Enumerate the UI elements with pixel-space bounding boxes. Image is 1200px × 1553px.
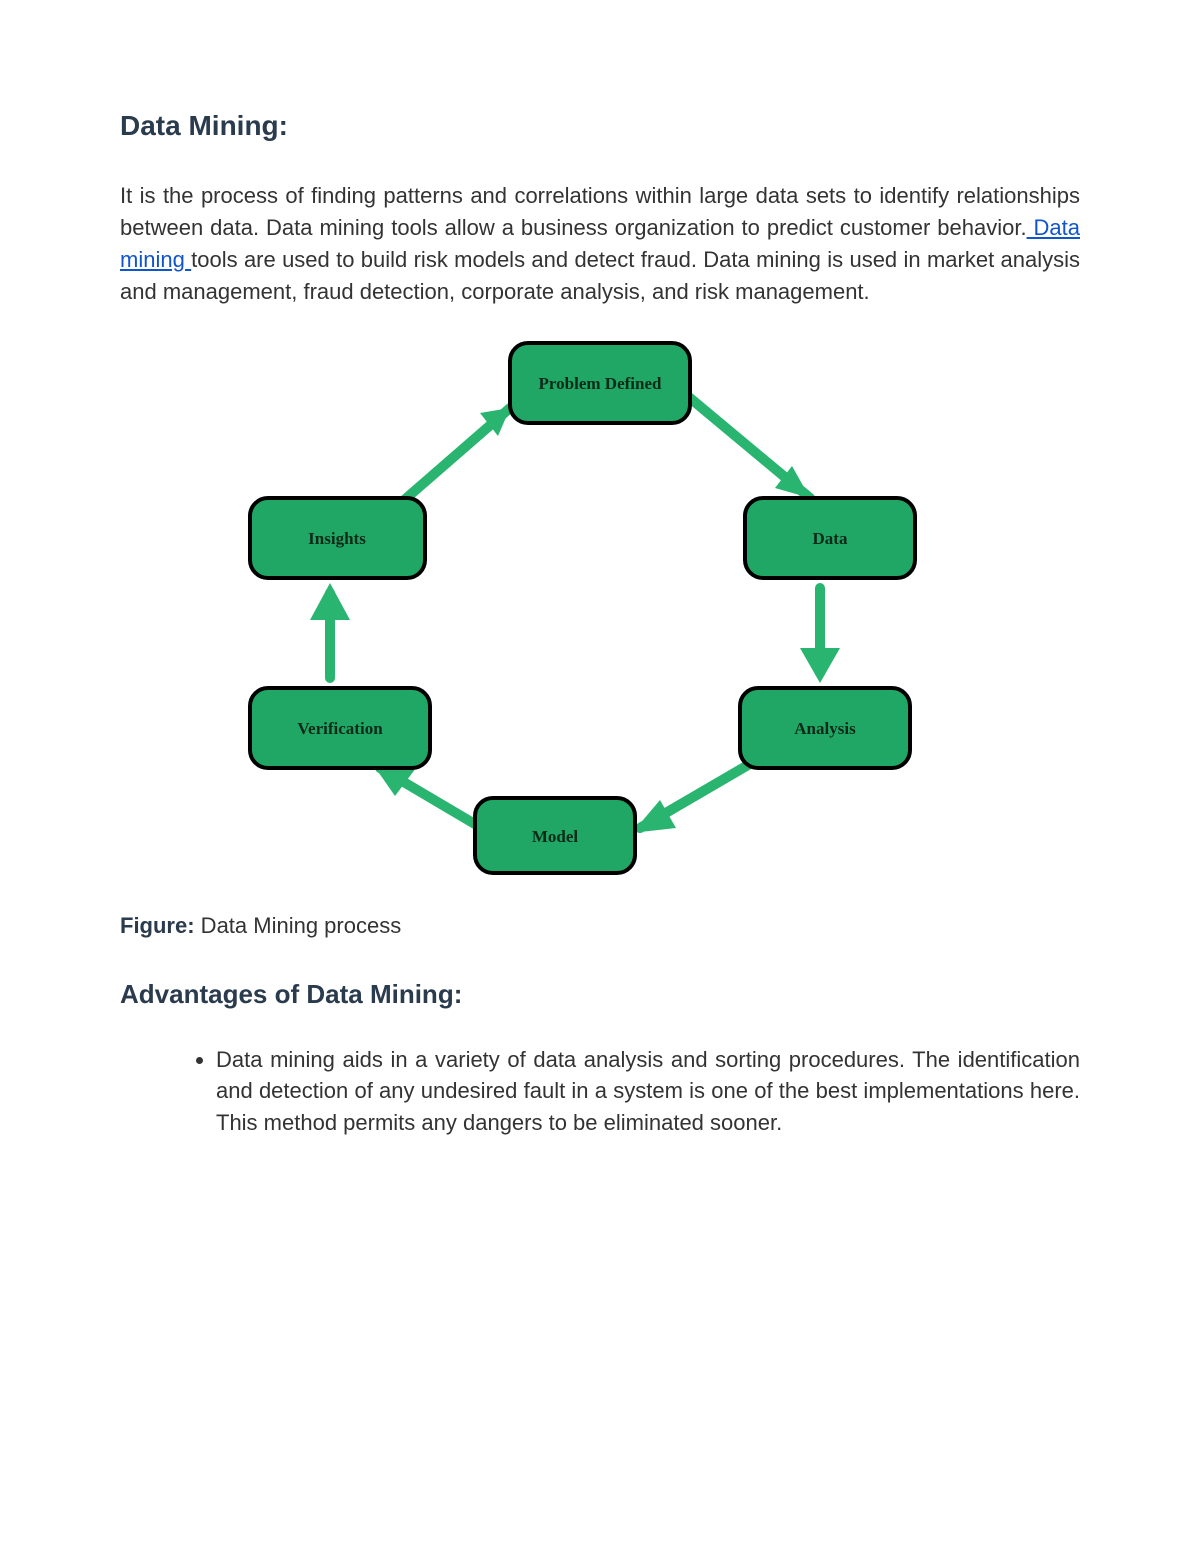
advantages-heading: Advantages of Data Mining: xyxy=(120,979,1080,1010)
node-verification: Verification xyxy=(250,688,430,768)
figure-text: Data Mining process xyxy=(195,913,402,938)
intro-text-2: tools are used to build risk models and … xyxy=(120,247,1080,304)
arrowhead-icon xyxy=(800,648,840,683)
intro-text-1: It is the process of finding patterns an… xyxy=(120,183,1080,240)
svg-text:Insights: Insights xyxy=(308,528,366,547)
document-page: Data Mining: It is the process of findin… xyxy=(0,0,1200,1219)
svg-text:Verification: Verification xyxy=(297,718,383,737)
node-insights: Insights xyxy=(250,498,425,578)
arrowhead-icon xyxy=(310,583,350,620)
diagram-svg: Problem Defined Data Analysis Model Veri… xyxy=(180,328,940,888)
process-diagram: Problem Defined Data Analysis Model Veri… xyxy=(180,328,940,893)
arrowhead-icon xyxy=(632,800,676,833)
figure-caption: Figure: Data Mining process xyxy=(120,913,1080,939)
svg-text:Data: Data xyxy=(813,528,848,547)
svg-text:Problem Defined: Problem Defined xyxy=(539,373,662,392)
node-data: Data xyxy=(745,498,915,578)
node-analysis: Analysis xyxy=(740,688,910,768)
node-model: Model xyxy=(475,798,635,873)
svg-text:Model: Model xyxy=(532,826,579,845)
list-item: Data mining aids in a variety of data an… xyxy=(216,1044,1080,1140)
intro-paragraph: It is the process of finding patterns an… xyxy=(120,180,1080,308)
advantages-list: Data mining aids in a variety of data an… xyxy=(180,1044,1080,1140)
node-problem-defined: Problem Defined xyxy=(510,343,690,423)
svg-text:Analysis: Analysis xyxy=(794,718,856,737)
figure-label: Figure: xyxy=(120,913,195,938)
main-heading: Data Mining: xyxy=(120,110,1080,142)
